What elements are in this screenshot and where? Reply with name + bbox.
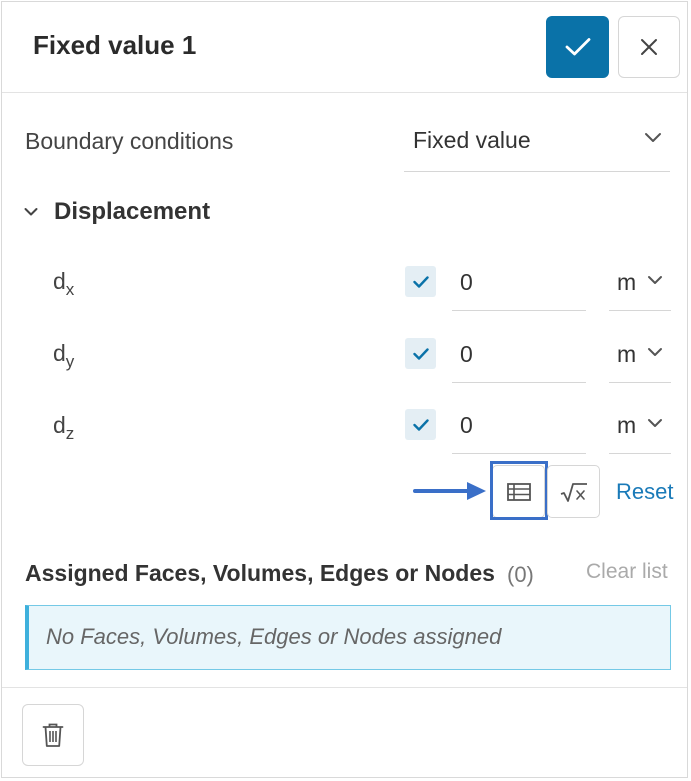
chevron-down-icon (648, 276, 662, 284)
assignment-drop-zone[interactable]: No Faces, Volumes, Edges or Nodes assign… (25, 605, 671, 670)
panel-header: Fixed value 1 (2, 2, 687, 93)
dz-checkbox[interactable] (405, 409, 436, 440)
confirm-button[interactable] (546, 16, 609, 78)
section-collapse-icon[interactable] (24, 207, 38, 217)
annotation-arrow-icon (413, 482, 486, 500)
dx-label: dx (53, 268, 75, 299)
clear-list-button[interactable]: Clear list (586, 560, 668, 584)
close-icon (641, 39, 657, 55)
empty-assignment-message: No Faces, Volumes, Edges or Nodes assign… (46, 624, 502, 649)
delete-button[interactable] (22, 704, 84, 766)
dy-label: dy (53, 340, 75, 371)
footer-divider (2, 687, 687, 688)
table-button-highlight (490, 461, 548, 520)
checkmark-icon (565, 38, 590, 56)
trash-icon (42, 723, 64, 747)
sqrt-x-icon (560, 482, 587, 502)
checkmark-icon (412, 418, 429, 431)
assigned-entities-title: Assigned Faces, Volumes, Edges or Nodes (25, 560, 495, 586)
formula-button[interactable] (547, 465, 600, 518)
chevron-down-icon (645, 133, 661, 142)
assigned-count: (0) (507, 562, 534, 587)
chevron-down-icon (648, 419, 662, 427)
dy-checkbox[interactable] (405, 338, 436, 369)
boundary-type-value: Fixed value (413, 127, 531, 153)
dz-unit-select[interactable]: m (609, 402, 671, 454)
checkmark-icon (412, 347, 429, 360)
checkmark-icon (412, 275, 429, 288)
boundary-condition-panel: Fixed value 1 Boundary conditions Fixed … (1, 1, 688, 778)
dy-value-input[interactable]: 0 (452, 331, 586, 383)
dx-value-input[interactable]: 0 (452, 259, 586, 311)
dx-checkbox[interactable] (405, 266, 436, 297)
chevron-down-icon (648, 348, 662, 356)
displacement-section-title[interactable]: Displacement (54, 198, 210, 226)
reset-link[interactable]: Reset (616, 479, 673, 505)
panel-title: Fixed value 1 (33, 30, 197, 60)
dy-unit-select[interactable]: m (609, 331, 671, 383)
dx-unit-select[interactable]: m (609, 259, 671, 311)
close-button[interactable] (618, 16, 680, 78)
dz-value-input[interactable]: 0 (452, 402, 586, 454)
boundary-conditions-label: Boundary conditions (25, 128, 234, 154)
dz-label: dz (53, 412, 75, 443)
boundary-type-select[interactable]: Fixed value (404, 118, 670, 172)
